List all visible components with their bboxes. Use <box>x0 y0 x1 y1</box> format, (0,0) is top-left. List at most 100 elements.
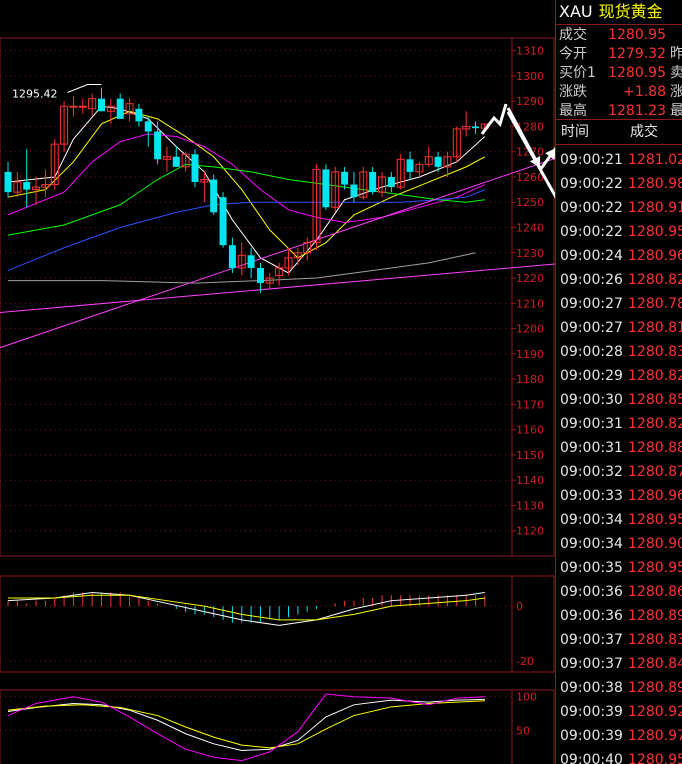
candle-body <box>387 176 395 188</box>
candle-body <box>78 105 87 108</box>
quote-value: 1280.95 <box>608 65 666 81</box>
tick-time: 09:00:27 <box>560 320 623 336</box>
candle-body <box>172 156 180 167</box>
quote-row: 涨跌 +1.88涨 <box>556 82 682 103</box>
tick-row: 09:00:34 1280.90 <box>556 532 682 556</box>
main-tick-label: 1300 <box>516 70 544 83</box>
kdj-k-line <box>7 698 485 752</box>
main-tick-label: 1190 <box>516 348 544 361</box>
candle-body <box>191 154 199 183</box>
tick-price: 1280.90 <box>628 536 682 552</box>
tick-time: 09:00:34 <box>560 536 623 552</box>
tick-row: 09:00:24 1280.96 <box>556 244 682 268</box>
quote-value: 1280.95 <box>608 27 666 43</box>
quote-label: 今开 <box>559 46 587 62</box>
main-tick-label: 1200 <box>516 323 544 336</box>
candle-body <box>472 126 479 129</box>
macd-dif-line <box>7 591 485 626</box>
candle-body <box>4 171 12 193</box>
tick-price: 1280.83 <box>628 632 682 648</box>
tick-price: 1280.96 <box>628 248 682 264</box>
tick-price: 1280.82 <box>628 416 682 432</box>
main-tick-label: 1260 <box>516 171 544 184</box>
tick-row: 09:00:29 1280.82 <box>556 364 682 388</box>
quote-row: 成交 1280.95 <box>556 25 682 46</box>
main-tick-label: 1180 <box>516 373 544 386</box>
candle-body <box>406 159 414 172</box>
tick-price: 1280.78 <box>628 296 682 312</box>
instrument-name: 现货黄金 <box>598 2 663 21</box>
tick-row: 09:00:22 1280.95 <box>556 220 682 244</box>
tick-price: 1280.86 <box>628 584 682 600</box>
macd-tick-label: 0 <box>516 600 523 613</box>
main-tick-label: 1290 <box>516 95 544 108</box>
tick-row: 09:00:32 1280.87 <box>556 460 682 484</box>
tick-row: 09:00:40 1280.95 <box>556 748 682 764</box>
tick-row: 09:00:26 1280.82 <box>556 268 682 292</box>
main-tick-label: 1240 <box>516 222 544 235</box>
tick-header-time: 时间 <box>561 124 589 140</box>
main-tick-label: 1220 <box>516 272 544 285</box>
quote-panel: XAU现货黄金 成交1280.95今开1279.32昨买价11280.95卖涨跌… <box>555 0 682 764</box>
tick-row: 09:00:37 1280.83 <box>556 628 682 652</box>
tick-time: 09:00:22 <box>560 176 623 192</box>
tick-row: 09:00:33 1280.96 <box>556 484 682 508</box>
main-tick-label: 1250 <box>516 196 544 209</box>
tick-time: 09:00:22 <box>560 224 623 240</box>
candle-body <box>154 131 162 160</box>
candle-body <box>69 105 78 108</box>
annotation-zigzag <box>480 103 508 135</box>
tick-price: 1280.89 <box>628 608 682 624</box>
tick-time: 09:00:37 <box>560 632 623 648</box>
tick-list-header: 时间 成交 <box>556 119 682 145</box>
tick-time: 09:00:31 <box>560 440 623 456</box>
quote-row: 今开 1279.32昨 <box>556 44 682 65</box>
quote-extra-label: 昨 <box>670 44 682 65</box>
tick-price: 1281.02 <box>628 152 682 168</box>
tick-row: 09:00:35 1280.95 <box>556 556 682 580</box>
tick-row: 09:00:21 1281.02 <box>556 148 682 172</box>
macd-tick-label: -20 <box>516 655 534 668</box>
tick-time: 09:00:32 <box>560 464 623 480</box>
tick-row: 09:00:31 1280.88 <box>556 436 682 460</box>
tick-price: 1280.87 <box>628 464 682 480</box>
tick-time: 09:00:29 <box>560 368 623 384</box>
main-pane-frame <box>0 37 555 557</box>
tick-time: 09:00:24 <box>560 248 623 264</box>
main-tick-label: 1170 <box>516 398 544 411</box>
tick-time: 09:00:39 <box>560 704 623 720</box>
tick-price: 1280.95 <box>628 512 682 528</box>
ma5-line <box>7 105 486 274</box>
candle-body <box>23 182 31 190</box>
candle-body <box>144 121 152 132</box>
tick-price: 1280.84 <box>628 656 682 672</box>
tick-row: 09:00:34 1280.95 <box>556 508 682 532</box>
tick-price: 1280.89 <box>628 680 682 696</box>
candle-body <box>369 171 377 193</box>
high-price-label: 1295.42 <box>12 87 58 100</box>
candle-body <box>135 108 143 122</box>
candle-body <box>322 169 330 208</box>
tick-price: 1280.96 <box>628 488 682 504</box>
main-tick-label: 1310 <box>516 45 544 58</box>
candle-body <box>256 267 264 284</box>
kdj-tick-label: 50 <box>516 724 530 737</box>
tick-time: 09:00:37 <box>560 656 623 672</box>
tick-time: 09:00:27 <box>560 296 623 312</box>
tick-price: 1280.81 <box>628 320 682 336</box>
tick-row: 09:00:27 1280.81 <box>556 316 682 340</box>
candle-body <box>116 98 124 119</box>
instrument-code: XAU <box>559 2 593 21</box>
quote-extra-label: 卖 <box>670 63 682 84</box>
candle-body <box>434 156 442 167</box>
candlestick-chart[interactable]: 1310130012901280127012601250124012301220… <box>0 0 555 764</box>
quote-value: +1.88 <box>623 84 666 100</box>
tick-row: 09:00:27 1280.78 <box>556 292 682 316</box>
tick-time: 09:00:21 <box>560 152 623 168</box>
tick-row: 09:00:31 1280.82 <box>556 412 682 436</box>
tick-row: 09:00:30 1280.85 <box>556 388 682 412</box>
candle-body <box>350 184 358 198</box>
tick-row: 09:00:38 1280.89 <box>556 676 682 700</box>
candle-body <box>341 171 349 185</box>
tick-price: 1280.82 <box>628 272 682 288</box>
